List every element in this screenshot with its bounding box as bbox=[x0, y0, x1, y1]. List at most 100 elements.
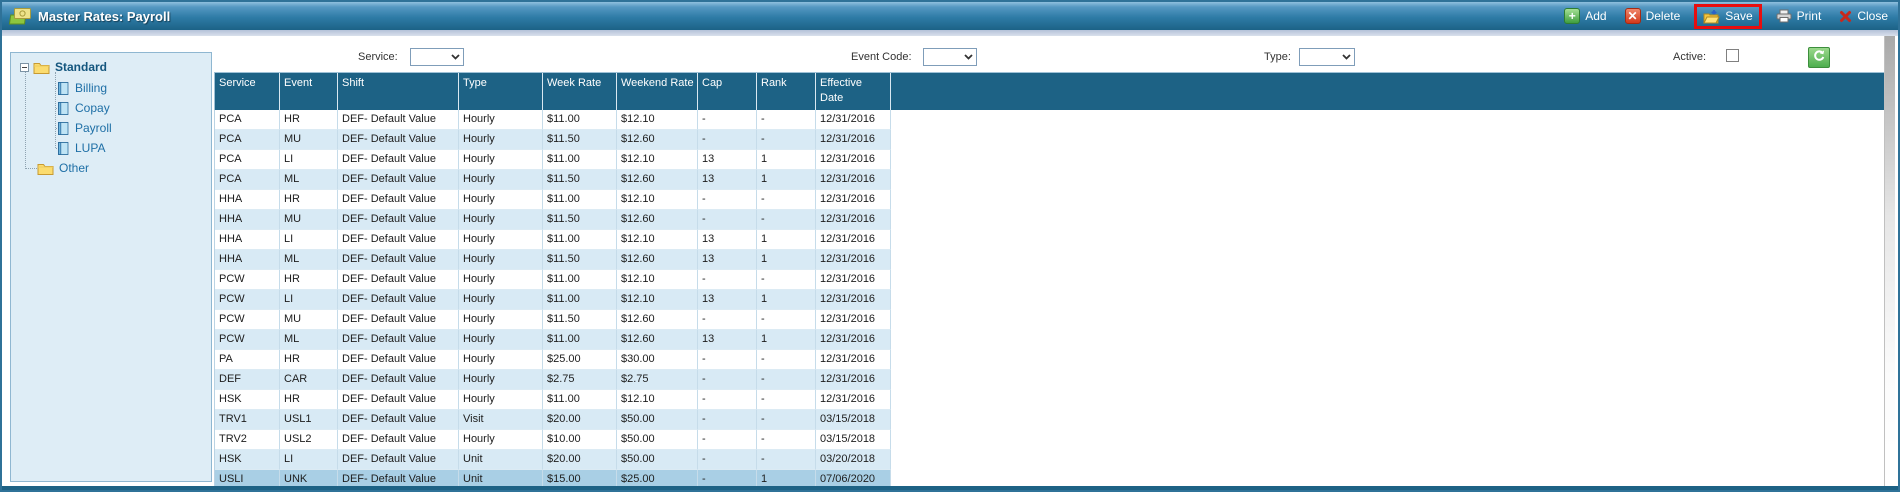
cell-type: Hourly bbox=[459, 230, 543, 250]
cell-service: HHA bbox=[215, 250, 280, 270]
sidebar-item-label: Other bbox=[59, 161, 90, 175]
cell-shift: DEF- Default Value bbox=[338, 270, 459, 290]
table-row[interactable]: PCW ML DEF- Default Value Hourly $11.00 $12.6… bbox=[215, 330, 891, 350]
cell-rank: - bbox=[757, 370, 816, 390]
vertical-scrollbar[interactable] bbox=[1884, 36, 1895, 488]
cell-type: Hourly bbox=[459, 430, 543, 450]
cell-rank: - bbox=[757, 310, 816, 330]
cell-type: Hourly bbox=[459, 330, 543, 350]
cell-rank: 1 bbox=[757, 290, 816, 310]
column-header-type[interactable]: Type bbox=[459, 73, 543, 110]
service-select[interactable] bbox=[410, 48, 464, 66]
column-header-shift[interactable]: Shift bbox=[338, 73, 459, 110]
notebook-icon bbox=[57, 101, 70, 116]
cell-event: HR bbox=[280, 270, 338, 290]
column-header-week_rate[interactable]: Week Rate bbox=[543, 73, 617, 110]
table-row[interactable]: PA HR DEF- Default Value Hourly $25.00 $30.00… bbox=[215, 350, 891, 370]
cell-event: LI bbox=[280, 150, 338, 170]
cell-cap: - bbox=[698, 430, 757, 450]
cell-type: Hourly bbox=[459, 130, 543, 150]
table-row[interactable]: TRV1 USL1 DEF- Default Value Visit $20.00 $50… bbox=[215, 410, 891, 430]
table-row[interactable]: HHA LI DEF- Default Value Hourly $11.00 $12.1… bbox=[215, 230, 891, 250]
table-row[interactable]: PCW HR DEF- Default Value Hourly $11.00 $12.1… bbox=[215, 270, 891, 290]
sidebar-item-billing[interactable]: Billing bbox=[57, 78, 107, 98]
table-row[interactable]: PCW MU DEF- Default Value Hourly $11.50 $12.6… bbox=[215, 310, 891, 330]
table-row[interactable]: PCA MU DEF- Default Value Hourly $11.50 $12.6… bbox=[215, 130, 891, 150]
close-button-label: Close bbox=[1857, 9, 1888, 23]
cell-effective_date: 03/20/2018 bbox=[816, 450, 891, 470]
table-row[interactable]: PCW LI DEF- Default Value Hourly $11.00 $12.1… bbox=[215, 290, 891, 310]
cell-week_rate: $11.00 bbox=[543, 330, 617, 350]
table-row[interactable]: HHA HR DEF- Default Value Hourly $11.00 $12.1… bbox=[215, 190, 891, 210]
column-header-filler bbox=[891, 73, 1885, 110]
cell-cap: - bbox=[698, 190, 757, 210]
cell-rank: 1 bbox=[757, 230, 816, 250]
cell-rank: - bbox=[757, 390, 816, 410]
table-row[interactable]: HHA MU DEF- Default Value Hourly $11.50 $12.6… bbox=[215, 210, 891, 230]
cell-shift: DEF- Default Value bbox=[338, 390, 459, 410]
cell-rank: 1 bbox=[757, 150, 816, 170]
cell-week_rate: $11.50 bbox=[543, 310, 617, 330]
cell-type: Hourly bbox=[459, 390, 543, 410]
cell-cap: - bbox=[698, 450, 757, 470]
cell-cap: - bbox=[698, 110, 757, 130]
column-header-effective_date[interactable]: Effective Date bbox=[816, 73, 891, 110]
cell-type: Hourly bbox=[459, 190, 543, 210]
sidebar-item-payroll[interactable]: Payroll bbox=[57, 118, 112, 138]
service-label: Service: bbox=[358, 51, 398, 63]
cell-shift: DEF- Default Value bbox=[338, 170, 459, 190]
add-button[interactable]: + Add bbox=[1564, 8, 1607, 24]
table-row[interactable]: HHA ML DEF- Default Value Hourly $11.50 $12.6… bbox=[215, 250, 891, 270]
sidebar-item-lupa[interactable]: LUPA bbox=[57, 138, 105, 158]
cell-rank: - bbox=[757, 130, 816, 150]
column-header-service[interactable]: Service bbox=[215, 73, 280, 110]
cell-cap: - bbox=[698, 310, 757, 330]
cell-effective_date: 12/31/2016 bbox=[816, 110, 891, 130]
cell-service: TRV2 bbox=[215, 430, 280, 450]
cell-weekend_rate: $12.60 bbox=[617, 310, 698, 330]
cell-effective_date: 12/31/2016 bbox=[816, 150, 891, 170]
cell-event: USL1 bbox=[280, 410, 338, 430]
window-bottom-border bbox=[2, 486, 1898, 490]
type-select[interactable] bbox=[1299, 48, 1355, 66]
print-button[interactable]: Print bbox=[1776, 9, 1821, 23]
cell-service: PCW bbox=[215, 270, 280, 290]
refresh-button[interactable] bbox=[1808, 47, 1830, 68]
cell-week_rate: $25.00 bbox=[543, 350, 617, 370]
table-row[interactable]: PCA HR DEF- Default Value Hourly $11.00 $12.1… bbox=[215, 110, 891, 130]
cell-effective_date: 12/31/2016 bbox=[816, 310, 891, 330]
table-row[interactable]: TRV2 USL2 DEF- Default Value Hourly $10.00 $5… bbox=[215, 430, 891, 450]
cell-cap: 13 bbox=[698, 150, 757, 170]
cell-event: LI bbox=[280, 450, 338, 470]
event-code-select[interactable] bbox=[923, 48, 977, 66]
table-row[interactable]: DEF CAR DEF- Default Value Hourly $2.75 $2.75… bbox=[215, 370, 891, 390]
cell-rank: - bbox=[757, 110, 816, 130]
cell-effective_date: 12/31/2016 bbox=[816, 250, 891, 270]
cell-week_rate: $11.00 bbox=[543, 270, 617, 290]
table-row[interactable]: HSK HR DEF- Default Value Hourly $11.00 $12.1… bbox=[215, 390, 891, 410]
sidebar-item-other[interactable]: Other bbox=[37, 158, 89, 178]
column-header-weekend_rate[interactable]: Weekend Rate bbox=[617, 73, 698, 110]
save-button[interactable]: Save bbox=[1703, 9, 1753, 24]
cell-effective_date: 12/31/2016 bbox=[816, 170, 891, 190]
sidebar-item-standard[interactable]: Standard bbox=[20, 57, 107, 77]
table-row[interactable]: PCA LI DEF- Default Value Hourly $11.00 $12.1… bbox=[215, 150, 891, 170]
sidebar-item-copay[interactable]: Copay bbox=[57, 98, 110, 118]
table-row[interactable]: HSK LI DEF- Default Value Unit $20.00 $50.00-… bbox=[215, 450, 891, 470]
cell-event: ML bbox=[280, 250, 338, 270]
table-row[interactable]: PCA ML DEF- Default Value Hourly $11.50 $12.6… bbox=[215, 170, 891, 190]
cell-week_rate: $11.50 bbox=[543, 170, 617, 190]
cell-weekend_rate: $12.60 bbox=[617, 330, 698, 350]
column-header-cap[interactable]: Cap bbox=[698, 73, 757, 110]
cell-service: HHA bbox=[215, 230, 280, 250]
column-header-rank[interactable]: Rank bbox=[757, 73, 816, 110]
close-button[interactable]: Close bbox=[1839, 9, 1888, 23]
cell-type: Hourly bbox=[459, 370, 543, 390]
cell-type: Hourly bbox=[459, 350, 543, 370]
cell-service: DEF bbox=[215, 370, 280, 390]
collapse-toggle-icon[interactable] bbox=[20, 62, 29, 72]
active-checkbox[interactable] bbox=[1726, 49, 1739, 62]
column-header-event[interactable]: Event bbox=[280, 73, 338, 110]
delete-button[interactable]: ✕ Delete bbox=[1624, 8, 1680, 24]
cell-cap: - bbox=[698, 410, 757, 430]
